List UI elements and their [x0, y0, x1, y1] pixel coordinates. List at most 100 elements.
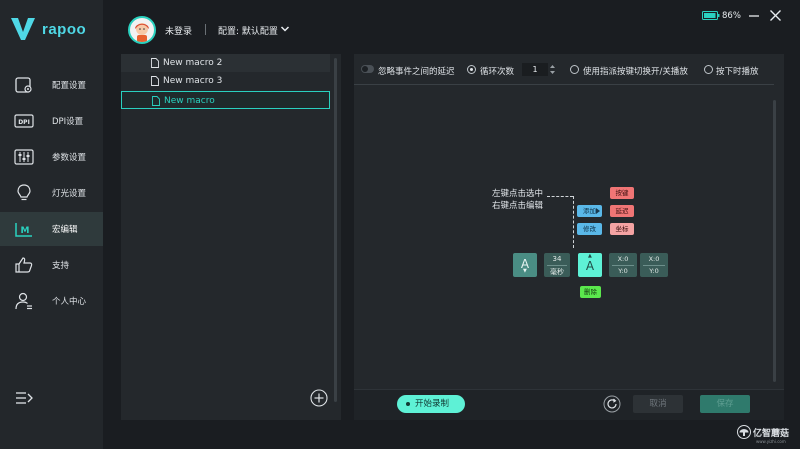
hint-right-click: 右键点击编辑: [492, 201, 544, 211]
key-label: A: [585, 259, 595, 273]
key-up-arrow-icon: ▲: [588, 253, 592, 259]
context-add-label: 添加: [583, 207, 596, 215]
macro-name: New macro: [164, 96, 215, 106]
key-down-block[interactable]: A ▼: [513, 253, 537, 277]
coordinate-block[interactable]: X:0 Y:0: [609, 253, 637, 277]
add-macro-icon[interactable]: [310, 389, 328, 407]
brand-name: rapoo: [42, 20, 87, 38]
sidebar-item-label: 支持: [52, 261, 70, 271]
toggle-play-label: 使用指派按键切换开/关播放: [583, 67, 688, 77]
delay-unit: 毫秒: [550, 268, 564, 276]
sidebar: rapoo 配置设置 DPI DPI设置 参数设置 灯光设置 M 宏编辑 支持 …: [0, 0, 103, 449]
loop-count-input[interactable]: [522, 63, 548, 76]
ignore-delay-label: 忽略事件之间的延迟: [378, 67, 455, 77]
thumbs-up-icon: [15, 257, 33, 273]
config-selector[interactable]: 配置: 默认配置: [218, 24, 278, 37]
sidebar-item-label: 参数设置: [52, 153, 87, 163]
sidebar-item-lighting[interactable]: 灯光设置: [0, 176, 103, 210]
config-gear-icon: [15, 77, 32, 93]
rapoo-logo-icon: [11, 18, 35, 40]
avatar[interactable]: [128, 16, 156, 44]
sidebar-item-label: DPI设置: [52, 117, 84, 127]
lightbulb-icon: [17, 184, 31, 201]
delay-value: 34: [552, 255, 562, 263]
key-up-block[interactable]: ▲ A: [578, 253, 602, 277]
svg-text:M: M: [21, 226, 30, 236]
macro-icon: M: [15, 223, 32, 237]
sidebar-item-params[interactable]: 参数设置: [0, 140, 103, 174]
sidebar-item-dpi[interactable]: DPI DPI设置: [0, 104, 103, 138]
sidebar-item-config[interactable]: 配置设置: [0, 68, 103, 102]
watermark-text: 亿智蘑菇: [753, 429, 790, 439]
mushroom-logo-icon: [737, 425, 751, 439]
context-edit-button[interactable]: 修改: [577, 223, 602, 235]
coord-y: Y:0: [618, 267, 628, 275]
ignore-delay-toggle[interactable]: [361, 65, 374, 73]
macro-list-scrollbar[interactable]: [334, 58, 337, 402]
block-divider: [643, 265, 665, 266]
file-icon: [152, 96, 160, 106]
sidebar-item-label: 个人中心: [52, 297, 87, 307]
macro-list-item[interactable]: New macro 3: [121, 72, 330, 90]
battery-icon: [702, 11, 720, 20]
watermark-subtext: www.yizhi.com: [756, 439, 786, 444]
cancel-button[interactable]: 取消: [633, 395, 683, 413]
file-icon: [151, 58, 159, 68]
start-record-button[interactable]: 开始录制: [397, 395, 465, 413]
coord-x: X:0: [617, 255, 629, 263]
hint-connector: [547, 196, 573, 197]
macro-options-bar: 忽略事件之间的延迟 循环次数 使用指派按键切换开/关播放 按下时播放: [354, 58, 774, 85]
options-divider: [354, 84, 774, 85]
sidebar-item-label: 灯光设置: [52, 189, 87, 199]
minimize-icon[interactable]: [748, 10, 760, 22]
macro-list-item[interactable]: New macro 2: [121, 54, 330, 72]
edit-hint: 左键点击选中 右键点击编辑: [492, 188, 543, 212]
macro-editor-panel: [354, 54, 784, 420]
dpi-icon: DPI: [14, 114, 34, 128]
submenu-arrow-icon: [596, 208, 600, 214]
hint-connector-vertical: [573, 196, 574, 248]
editor-scrollbar[interactable]: [773, 100, 776, 382]
save-button[interactable]: 保存: [700, 395, 750, 413]
hold-play-label: 按下时播放: [716, 67, 759, 77]
bottom-divider: [354, 389, 784, 390]
macro-name: New macro 2: [163, 58, 223, 68]
avatar-icon: [135, 23, 149, 42]
coordinate-block[interactable]: X:0 Y:0: [640, 253, 668, 277]
sidebar-item-support[interactable]: 支持: [0, 248, 103, 282]
macro-list-panel: New macro 2 New macro 3 New macro: [121, 54, 341, 420]
collapse-menu-icon[interactable]: [14, 389, 34, 407]
insert-coord-button[interactable]: 坐标: [610, 223, 634, 235]
hint-left-click: 左键点击选中: [492, 189, 544, 199]
close-icon[interactable]: [769, 9, 782, 22]
delay-block[interactable]: 34 毫秒: [544, 253, 570, 277]
coord-y: Y:0: [649, 267, 659, 275]
delete-block-button[interactable]: 删除: [580, 286, 601, 298]
record-dot-icon: [406, 402, 410, 406]
key-down-arrow-icon: ▼: [523, 268, 527, 274]
brand-logo: rapoo: [10, 14, 95, 44]
chevron-down-icon[interactable]: [280, 24, 290, 34]
header-divider: [205, 24, 206, 35]
refresh-icon[interactable]: [603, 395, 621, 413]
record-label: 开始录制: [415, 399, 450, 409]
sidebar-item-profile[interactable]: 个人中心: [0, 284, 103, 318]
login-status[interactable]: 未登录: [165, 24, 192, 37]
insert-delay-button[interactable]: 延迟: [610, 205, 634, 217]
file-icon: [151, 76, 159, 86]
hold-play-radio[interactable]: [704, 65, 713, 74]
sidebar-item-label: 宏编辑: [52, 225, 78, 235]
svg-text:DPI: DPI: [18, 119, 30, 126]
macro-name: New macro 3: [163, 76, 223, 86]
loop-count-radio[interactable]: [467, 65, 476, 74]
block-divider: [547, 265, 567, 266]
macro-list-item-selected[interactable]: New macro: [121, 91, 330, 109]
sidebar-item-macro[interactable]: M 宏编辑: [0, 212, 103, 246]
user-icon: [15, 292, 32, 310]
coord-x: X:0: [648, 255, 660, 263]
loop-count-label: 循环次数: [480, 67, 515, 77]
insert-key-button[interactable]: 按键: [610, 187, 634, 199]
toggle-play-radio[interactable]: [570, 65, 579, 74]
loop-count-stepper[interactable]: [549, 63, 556, 76]
battery-level: 86%: [722, 11, 741, 21]
